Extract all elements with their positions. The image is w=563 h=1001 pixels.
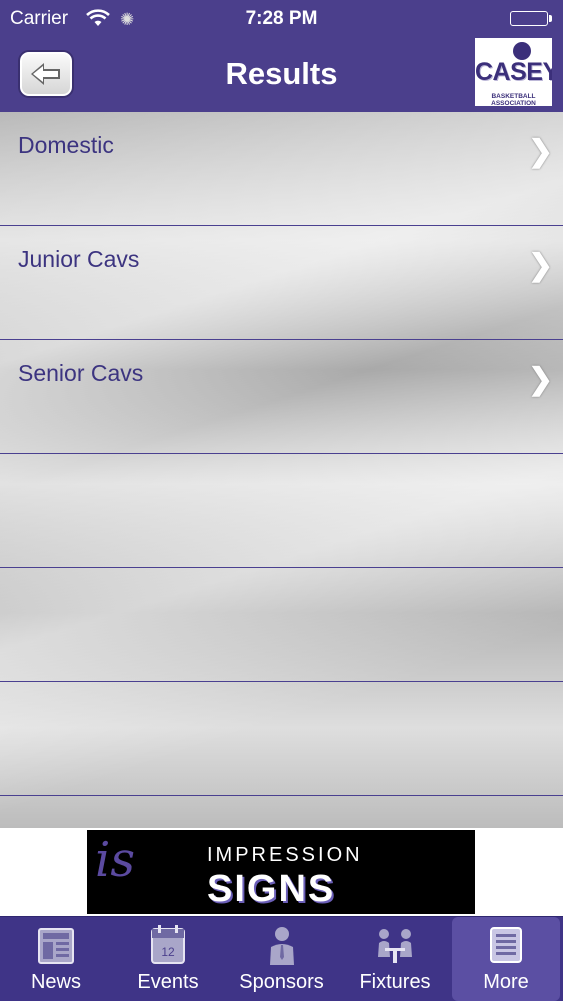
- results-list: Domestic ❯ Junior Cavs ❯ Senior Cavs ❯: [0, 112, 563, 828]
- tab-bar: News 12 Events Sponsors Fixtures More: [0, 916, 563, 1001]
- tab-label: More: [483, 971, 529, 993]
- tab-events[interactable]: 12 Events: [112, 917, 224, 1001]
- sponsor-person-icon: [270, 927, 294, 965]
- fixtures-icon: [378, 929, 412, 963]
- list-item-senior-cavs[interactable]: Senior Cavs ❯: [0, 340, 563, 454]
- impression-signs-ad[interactable]: is IMPRESSION SIGNS: [87, 830, 475, 914]
- calendar-icon: 12: [151, 925, 185, 964]
- ad-line2: SIGNS: [207, 868, 336, 910]
- news-icon: [38, 928, 74, 964]
- list-item-label: Domestic: [18, 132, 114, 158]
- list-item-empty: [0, 682, 563, 796]
- tab-label: Fixtures: [359, 971, 431, 993]
- ad-monogram: is: [95, 832, 135, 888]
- list-item-empty: [0, 568, 563, 682]
- ad-banner-area: is IMPRESSION SIGNS: [0, 828, 563, 916]
- top-bar: Carrier ✺ 7:28 PM Results CASEY BASKETBA…: [0, 0, 563, 112]
- chevron-right-icon: ❯: [528, 135, 554, 168]
- list-item-empty: [0, 454, 563, 568]
- list-item-junior-cavs[interactable]: Junior Cavs ❯: [0, 226, 563, 340]
- list-item-label: Junior Cavs: [18, 246, 140, 272]
- battery-icon: [510, 11, 552, 26]
- casey-logo: CASEY BASKETBALL ASSOCIATION: [475, 38, 552, 106]
- tab-label: News: [30, 971, 81, 993]
- calendar-day: 12: [161, 945, 175, 959]
- tab-sponsors[interactable]: Sponsors: [224, 917, 339, 1001]
- logo-word: CASEY: [475, 58, 552, 86]
- tab-label: Events: [137, 971, 199, 993]
- chevron-right-icon: ❯: [528, 249, 554, 282]
- logo-subtitle: BASKETBALL ASSOCIATION: [491, 93, 536, 106]
- chevron-right-icon: ❯: [528, 363, 554, 396]
- list-item-domestic[interactable]: Domestic ❯: [0, 112, 563, 226]
- tab-news[interactable]: News: [0, 917, 112, 1001]
- more-list-icon: [490, 927, 522, 963]
- ad-line1: IMPRESSION: [207, 844, 363, 866]
- tab-fixtures[interactable]: Fixtures: [339, 917, 451, 1001]
- tab-label: Sponsors: [239, 971, 324, 993]
- status-time: 7:28 PM: [245, 8, 318, 29]
- list-item-label: Senior Cavs: [18, 360, 144, 386]
- tab-more[interactable]: More: [452, 917, 560, 1001]
- status-bar: Carrier ✺ 7:28 PM: [0, 0, 563, 38]
